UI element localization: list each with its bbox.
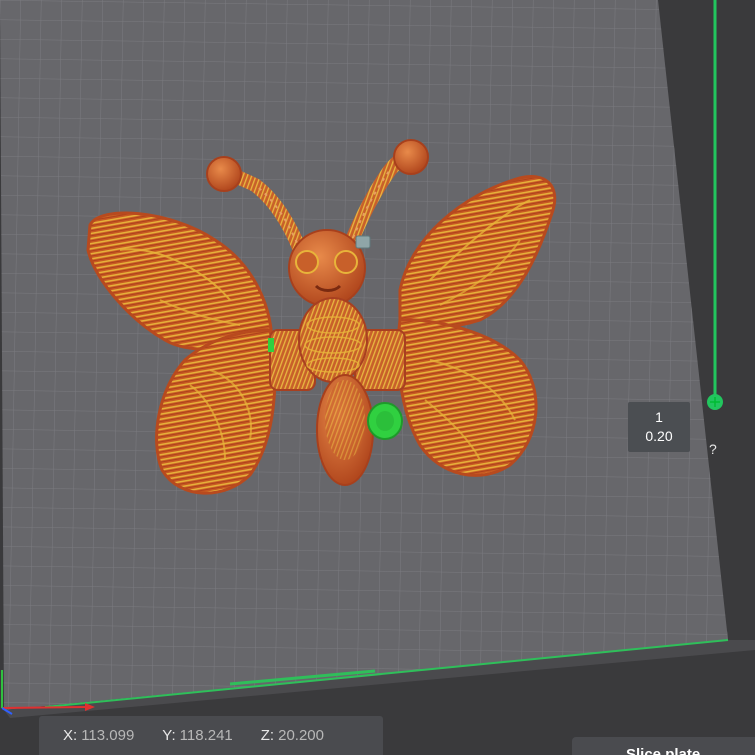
- layer-number: 1: [655, 409, 663, 425]
- help-icon[interactable]: ?: [709, 441, 717, 457]
- y-label: Y:: [162, 727, 176, 744]
- z-value: 20.200: [278, 727, 324, 744]
- x-label: X:: [63, 727, 78, 744]
- layer-info-label: 1 0.20: [628, 402, 690, 452]
- 3d-viewport[interactable]: 1 0.20 ? X: 113.099 Y: 118.241 Z: 20.200 Sl…: [0, 0, 755, 755]
- x-coordinate: X: 113.099: [63, 727, 134, 744]
- layer-height: 0.20: [645, 428, 673, 444]
- build-plate-scene[interactable]: [0, 0, 755, 755]
- z-label: Z:: [260, 727, 275, 744]
- z-coordinate: Z: 20.200: [261, 727, 324, 744]
- plus-handle-icon[interactable]: [707, 394, 723, 410]
- x-value: 113.099: [81, 727, 135, 744]
- y-value: 118.241: [179, 727, 233, 744]
- y-coordinate: Y: 118.241: [162, 727, 232, 744]
- slice-plate-button[interactable]: Slice plate: [572, 737, 755, 755]
- coordinates-bar: X: 113.099 Y: 118.241 Z: 20.200: [39, 716, 383, 755]
